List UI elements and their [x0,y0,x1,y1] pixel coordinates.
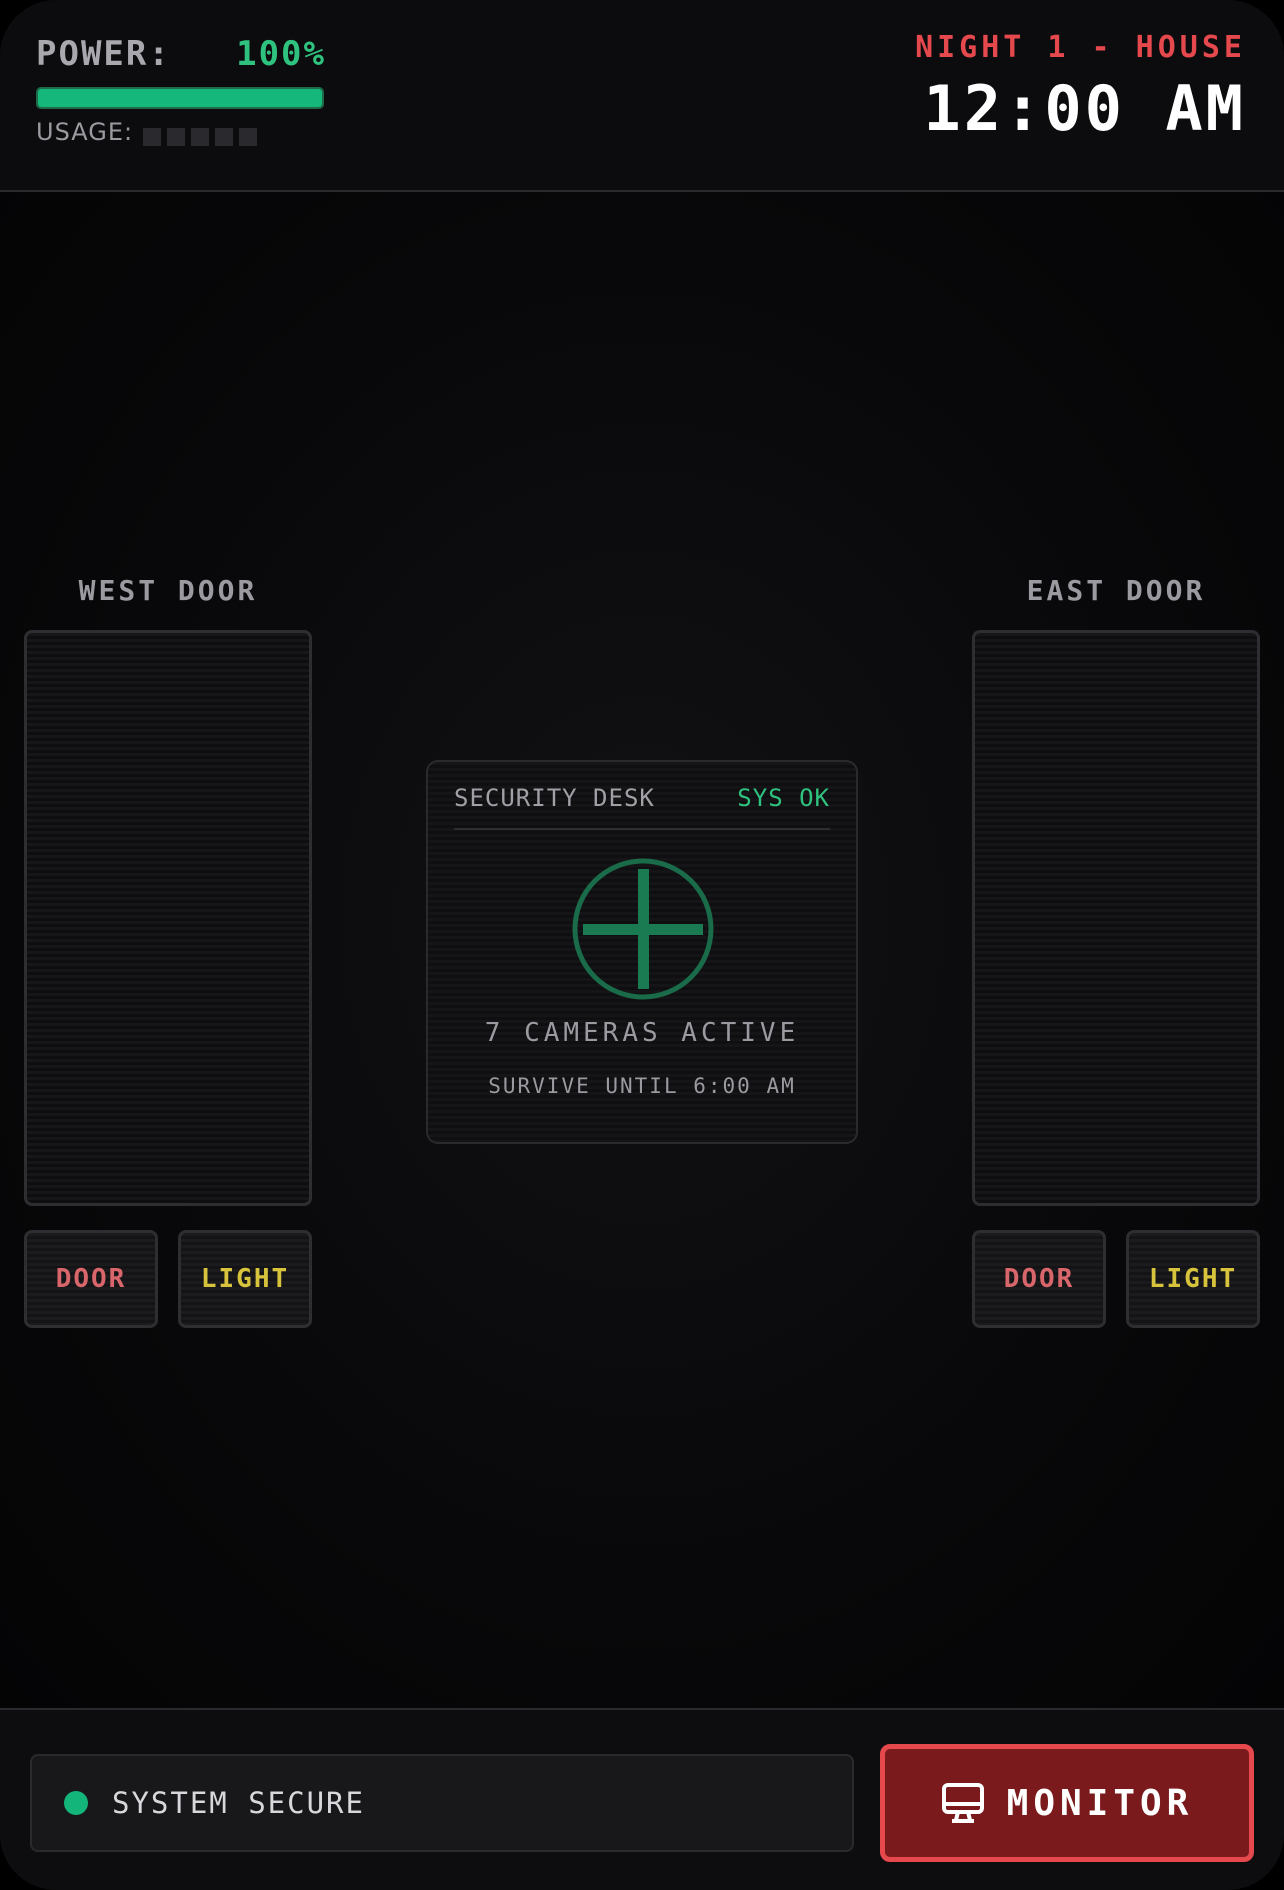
west-light-button[interactable]: LIGHT [178,1230,312,1328]
crosshair-icon [572,858,714,1000]
power-value: 100% [236,34,326,74]
power-readout: POWER: 100% [36,34,326,74]
system-status: SYSTEM SECURE [30,1754,854,1852]
status-header: POWER: 100% USAGE: NIGHT 1 - HOUSE 12:00… [0,0,1284,192]
power-bar [36,87,324,109]
usage-block [239,128,258,146]
usage-block [191,128,210,146]
west-door-button[interactable]: DOOR [24,1230,158,1328]
night-label: NIGHT 1 - HOUSE [915,30,1246,65]
power-bar-fill [38,89,322,107]
east-door-title: EAST DOOR [1026,574,1206,607]
usage-block [143,128,162,146]
west-door-title: WEST DOOR [78,574,258,607]
security-desk: SECURITY DESK SYS OK 7 CAMERAS ACTIVE SU… [426,760,858,1144]
action-bar: SYSTEM SECURE MONITOR [0,1708,1284,1890]
east-light-button[interactable]: LIGHT [1126,1230,1260,1328]
monitor-label: MONITOR [1006,1782,1194,1824]
usage-block [215,128,234,146]
monitor-icon [941,1783,984,1823]
cameras-active-text: 7 CAMERAS ACTIVE [484,1018,800,1048]
usage-block [167,128,186,146]
usage-blocks [143,128,258,146]
usage-label: USAGE: [36,118,134,146]
monitor-button[interactable]: MONITOR [880,1744,1254,1862]
east-door-panel [972,630,1260,1206]
east-door-button[interactable]: DOOR [972,1230,1106,1328]
desk-header: SECURITY DESK SYS OK [454,784,830,830]
status-dot-icon [64,1791,88,1815]
power-label: POWER: [36,34,171,74]
clock: 12:00 AM [923,72,1246,145]
usage-meter: USAGE: [36,118,258,146]
desk-title: SECURITY DESK [454,784,655,812]
status-text: SYSTEM SECURE [112,1786,365,1820]
office-view: WEST DOOR DOOR LIGHT EAST DOOR DOOR LIGH… [0,192,1284,1708]
west-door-panel [24,630,312,1206]
survive-text: SURVIVE UNTIL 6:00 AM [488,1074,796,1098]
game-screen: POWER: 100% USAGE: NIGHT 1 - HOUSE 12:00… [0,0,1284,1890]
desk-status: SYS OK [737,784,830,812]
